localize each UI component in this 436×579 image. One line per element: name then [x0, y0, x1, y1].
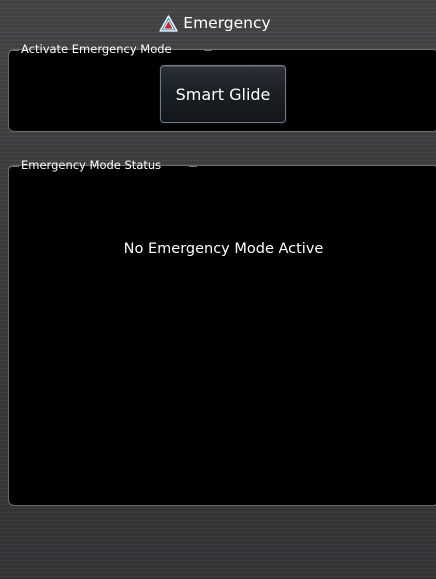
panel-label-rule-right: [189, 166, 197, 167]
panel-label-rule-left: [9, 50, 19, 51]
smart-glide-button[interactable]: Smart Glide: [160, 65, 286, 123]
activate-emergency-mode-panel: Activate Emergency Mode Smart Glide: [8, 42, 436, 132]
emergency-mode-status-panel: Emergency Mode Status No Emergency Mode …: [8, 158, 436, 506]
page-header: Emergency: [0, 6, 436, 40]
panel-label-rule-left: [9, 166, 19, 167]
emergency-screen: Emergency Activate Emergency Mode Smart …: [0, 0, 436, 579]
page-title: Emergency: [183, 14, 271, 32]
panel-label-rule-right: [204, 50, 212, 51]
emergency-mode-status-label: Emergency Mode Status: [21, 158, 162, 172]
warning-triangle-icon: [159, 14, 178, 32]
activate-emergency-mode-label: Activate Emergency Mode: [21, 42, 172, 56]
emergency-status-message: No Emergency Mode Active: [123, 241, 324, 257]
